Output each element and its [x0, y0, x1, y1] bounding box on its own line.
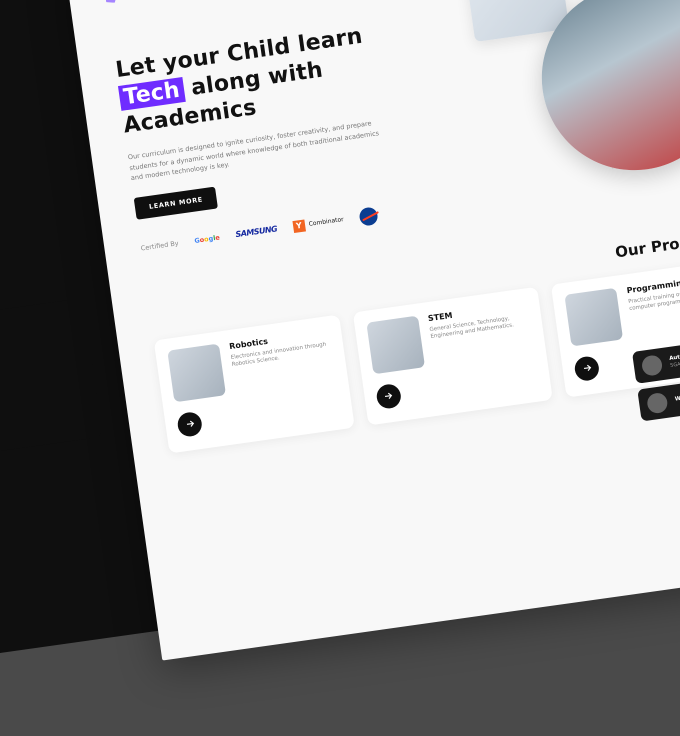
landing-page: Vintellect CAPMUSES ACTIVITIES PRICING R… [65, 0, 680, 661]
story-side-title: Wcw [0, 314, 78, 379]
logo-nasa [358, 206, 378, 226]
logo-ycombinator: YCombinator [292, 214, 344, 233]
logo-google: Google [194, 233, 220, 244]
arrow-button[interactable] [375, 383, 402, 410]
cert-label: Certified By [140, 239, 179, 252]
arrow-button[interactable] [176, 410, 203, 437]
program-image [167, 343, 226, 402]
graduate-role: Automation Engineer [669, 347, 680, 363]
arrow-button[interactable] [574, 355, 601, 382]
story-side-card: Wcw [0, 298, 103, 459]
learn-more-button[interactable]: LEARN MORE [134, 186, 219, 219]
program-title: Programming [626, 272, 680, 295]
programs-section: Our Program Robotics Electronics and inn… [149, 227, 680, 453]
avatar [641, 354, 664, 377]
logo-samsung: SAMSUNG [235, 225, 278, 240]
program-card-stem[interactable]: STEM General Science, Technology, Engine… [352, 286, 553, 425]
brand-logo-icon [105, 0, 119, 4]
graduate-role: Wikipedia, 2023 [675, 390, 680, 404]
avatar [646, 392, 669, 415]
program-image [366, 315, 425, 374]
brand[interactable]: Vintellect [105, 0, 167, 4]
program-image [565, 287, 624, 346]
program-card-robotics[interactable]: Robotics Electronics and innovation thro… [154, 314, 355, 453]
